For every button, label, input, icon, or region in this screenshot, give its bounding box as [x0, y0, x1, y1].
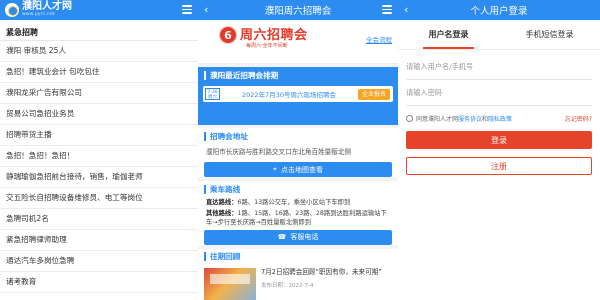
recent-fairs-title: 濮阳最近招聘会排期 [210, 70, 279, 80]
view-map-label: 点击地图查看 [280, 165, 323, 174]
fair-name: 2022年7月30号周六现场招聘会 [242, 91, 336, 99]
job-list-item[interactable]: 濮阳龙采广告有限公司 [0, 83, 198, 104]
tab-sms-login[interactable]: 手机短信登录 [499, 20, 600, 49]
password-input[interactable] [406, 88, 592, 97]
job-list-item[interactable]: 紧急招聘律师助理 [0, 230, 198, 251]
login-header: ‹ 个人用户登录 [398, 0, 600, 20]
logo-text: 濮阳人才网 [22, 1, 72, 12]
route-section: 乘车路线 直达路线：6路、13路公交车，乘坐小区站下车即到 其他路线：1路、15… [198, 181, 398, 245]
address-section: 招聘会地址 濮阳市长庆路与胜利路交叉口东北角百姓量贩北侧 ⌖ 点击地图查看 [198, 128, 398, 177]
username-field-row [406, 54, 592, 80]
menu-icon[interactable] [382, 5, 392, 14]
page-title: 濮阳周六招聘会 [264, 6, 332, 17]
job-list-item[interactable]: 急招！建筑业会计 包吃包住 [0, 62, 198, 83]
news-title: 7月2日招聘会回顾“职因有你，未来可期” [261, 267, 382, 276]
login-panel: ‹ 个人用户登录 用户名登录 手机短信登录 同意濮阳人才网 服务协议 和 隐私政… [398, 0, 600, 300]
site-logo[interactable]: 濮阳人才网 www.pyrc.net [5, 2, 72, 17]
page-title: 个人用户登录 [470, 6, 528, 17]
section-bar [204, 131, 206, 141]
section-bar [204, 252, 206, 261]
site-header: 濮阳人才网 www.pyrc.net [0, 0, 198, 20]
job-list-item[interactable]: 急招！急招！急招！ [0, 146, 198, 167]
agree-text: 同意濮阳人才网 [416, 116, 459, 123]
section-bar [204, 70, 206, 80]
recent-fairs-section: 濮阳最近招聘会排期 7-30 周六 2022年7月30号周六现场招聘会 企业报名 [198, 67, 398, 125]
login-tabs: 用户名登录 手机短信登录 [398, 20, 600, 50]
forgot-password-link[interactable]: 忘记密码? [565, 114, 592, 123]
view-map-button[interactable]: ⌖ 点击地图查看 [204, 162, 392, 177]
review-title: 往期回顾 [210, 252, 241, 261]
register-button[interactable]: 注册 [406, 157, 592, 175]
back-icon[interactable]: ‹ [204, 3, 208, 17]
service-agreement-link[interactable]: 服务协议 [458, 114, 482, 123]
job-list: 濮阳 审核员 25人 急招！建筑业会计 包吃包住 濮阳龙采广告有限公司 贸易公司急招业… [0, 41, 198, 293]
urgent-jobs-heading: 紧急招聘 [0, 20, 198, 41]
privacy-policy-link[interactable]: 隐私政策 [488, 114, 512, 123]
job-list-item[interactable]: 诸考教育 [0, 272, 198, 293]
job-list-item[interactable]: 通达汽车多岗位急聘 [0, 251, 198, 272]
address-text: 濮阳市长庆路与胜利路交叉口东北角百姓量贩北侧 [206, 148, 352, 156]
menu-icon[interactable] [182, 5, 192, 14]
job-list-item[interactable]: 濮阳 审核员 25人 [0, 41, 198, 62]
location-pin-icon: ⌖ [273, 165, 277, 173]
job-list-item[interactable]: 交五险长自招聘设备维修员、电工等岗位 [0, 188, 198, 209]
logo-mark-icon [5, 2, 19, 17]
customer-service-button[interactable]: ☎ 客服电话 [204, 229, 392, 245]
banner-title: 周六招聘会 [240, 28, 308, 43]
agree-checkbox[interactable] [406, 115, 413, 122]
enterprise-signup-button[interactable]: 企业报名 [357, 88, 390, 100]
address-title: 招聘会地址 [210, 131, 248, 141]
fair-date: 7-30 周六 [205, 88, 220, 100]
job-list-item[interactable]: 招聘带货主播 [0, 125, 198, 146]
logo-url: www.pyrc.net [22, 12, 56, 17]
job-list-panel: 濮阳人才网 www.pyrc.net 紧急招聘 濮阳 审核员 25人 急招！建筑业… [0, 0, 198, 300]
review-section: 往期回顾 7月2日招聘会回顾“职因有你，未来可期” 发布日期：2022-7-4 [198, 248, 398, 300]
job-list-item[interactable]: 急聘司机2名 [0, 209, 198, 230]
username-input[interactable] [406, 62, 592, 71]
tab-username-login[interactable]: 用户名登录 [398, 20, 499, 49]
back-icon[interactable]: ‹ [404, 3, 408, 17]
section-bar [204, 184, 206, 194]
news-thumbnail [204, 267, 256, 300]
job-fair-panel: ‹ 濮阳周六招聘会 6 周六招聘会 每周六·全年不间断 全会流程 濮阳最近招聘会… [198, 0, 398, 300]
job-fair-banner: 6 周六招聘会 每周六·全年不间断 全会流程 [198, 20, 398, 64]
banner-subtitle: 每周六·全年不间断 [246, 43, 288, 49]
job-list-item[interactable]: 静瑞瑜伽急招前台接待，销售，瑜伽老师 [0, 167, 198, 188]
agreement-row: 同意濮阳人才网 服务协议 和 隐私政策 忘记密码? [406, 114, 592, 123]
login-button[interactable]: 登录 [406, 131, 592, 149]
news-date: 发布日期：2022-7-4 [261, 282, 314, 289]
password-field-row [406, 80, 592, 106]
news-item[interactable]: 7月2日招聘会回顾“职因有你，未来可期” 发布日期：2022-7-4 [198, 265, 398, 300]
job-fair-header: ‹ 濮阳周六招聘会 [198, 0, 398, 20]
other-route: 其他路线：1路、15路、16路、23路、28路到达胜利路运输站下车→步行至长庆路… [206, 209, 387, 227]
phone-icon: ☎ [277, 233, 287, 241]
banner-number: 6 [219, 26, 237, 44]
customer-service-label: 客服电话 [290, 233, 319, 241]
route-title: 乘车路线 [210, 184, 241, 194]
process-link[interactable]: 全会流程 [366, 34, 392, 44]
job-list-item[interactable]: 贸易公司急招业务员 [0, 104, 198, 125]
direct-route: 直达路线：6路、13路公交车，乘坐小区站下车即到 [206, 199, 351, 206]
recent-fair-card[interactable]: 7-30 周六 2022年7月30号周六现场招聘会 企业报名 [203, 86, 393, 102]
